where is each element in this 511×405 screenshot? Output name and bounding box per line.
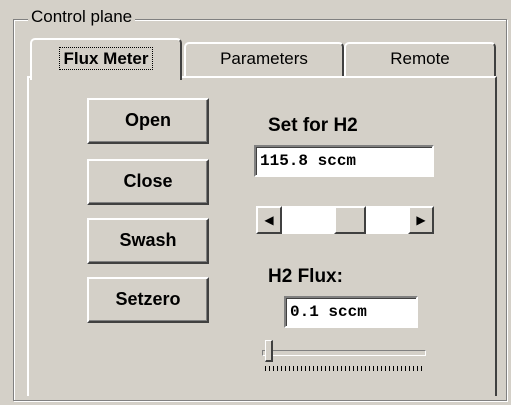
trackbar-ticks xyxy=(265,366,425,371)
trackbar-channel xyxy=(262,350,426,356)
swash-button[interactable]: Swash xyxy=(87,218,209,264)
group-title: Control plane xyxy=(28,6,136,28)
arrow-left-icon[interactable]: ◀ xyxy=(256,206,282,234)
trackbar-thumb[interactable] xyxy=(265,340,273,362)
tab-parameters[interactable]: Parameters xyxy=(184,42,344,76)
open-button[interactable]: Open xyxy=(87,98,209,144)
setzero-button[interactable]: Setzero xyxy=(87,277,209,323)
flux-label: H2 Flux: xyxy=(268,266,343,287)
close-button[interactable]: Close xyxy=(87,159,209,205)
tab-remote-label: Remote xyxy=(390,49,450,68)
setpoint-scrollbar[interactable]: ◀ ▶ xyxy=(255,205,435,235)
control-window: Control plane Flux Meter Parameters Remo… xyxy=(0,0,511,405)
flux-value-field: 0.1 sccm xyxy=(284,296,418,328)
flux-trackbar[interactable] xyxy=(262,340,430,374)
arrow-right-icon[interactable]: ▶ xyxy=(408,206,434,234)
setpoint-label: Set for H2 xyxy=(268,115,358,136)
tab-flux-meter[interactable]: Flux Meter xyxy=(30,38,182,80)
tab-parameters-label: Parameters xyxy=(220,49,308,68)
scrollbar-thumb[interactable] xyxy=(333,206,366,234)
tab-flux-meter-label: Flux Meter xyxy=(59,47,153,70)
tab-remote[interactable]: Remote xyxy=(344,42,496,76)
setpoint-input[interactable]: 115.8 sccm xyxy=(254,145,434,177)
